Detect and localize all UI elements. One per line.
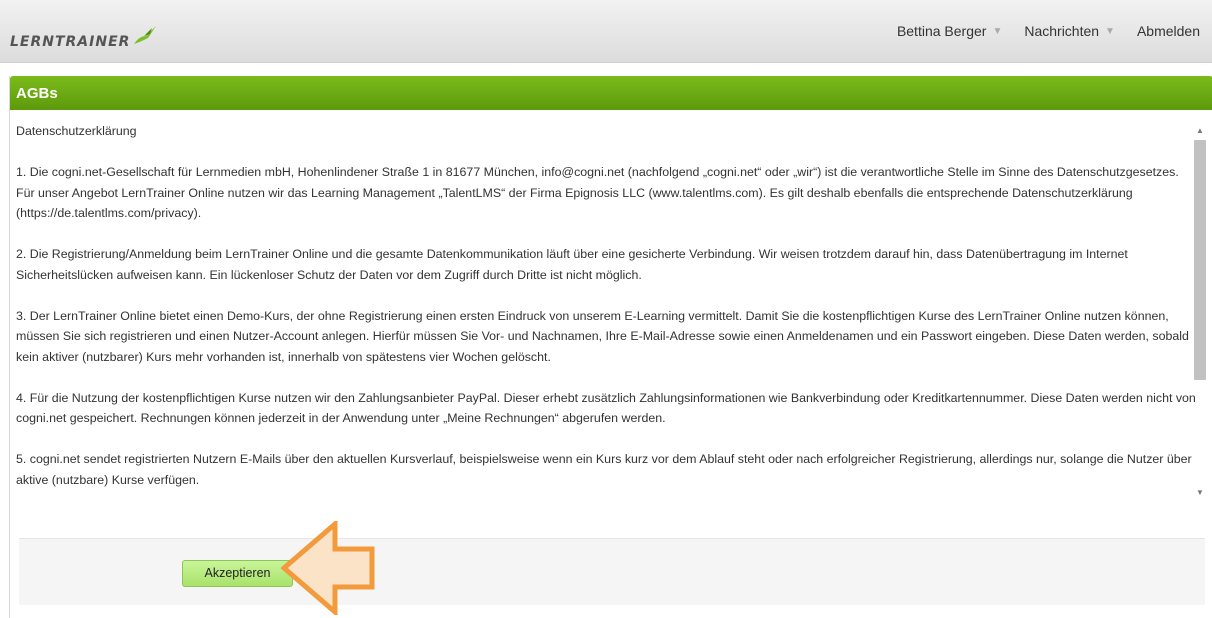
left-arrow-hint-icon [281, 521, 375, 615]
terms-paragraph: 2. Die Registrierung/Anmeldung beim Lern… [16, 247, 1128, 282]
caret-down-icon: ▼ [1105, 25, 1115, 37]
terms-paragraph: 1. Die cogni.net-Gesellschaft für Lernme… [16, 165, 1179, 220]
terms-paragraph: 3. Der LernTrainer Online bietet einen D… [16, 308, 1189, 364]
scroll-up-icon[interactable]: ▲ [1193, 124, 1207, 138]
top-navbar: LERNTRAINER Bettina Berger ▼ Nachrichten… [0, 0, 1212, 63]
scrollbar-thumb[interactable] [1194, 140, 1206, 380]
messages-menu[interactable]: Nachrichten ▼ [1013, 23, 1126, 39]
logout-link[interactable]: Abmelden [1126, 23, 1212, 39]
logo-text: LERNTRAINER [10, 34, 131, 50]
user-name: Bettina Berger [896, 23, 987, 39]
caret-down-icon: ▼ [992, 25, 1003, 37]
panel-body: Datenschutzerklärung 1. Die cogni.net-Ge… [10, 110, 1212, 618]
terms-paragraph: 4. Für die Nutzung der kostenpflichtigen… [16, 390, 1196, 426]
panel-footer: Akzeptieren [19, 538, 1205, 605]
messages-label: Nachrichten [1024, 23, 1100, 39]
hummingbird-logo-icon [134, 26, 157, 44]
logo[interactable]: LERNTRAINER [10, 22, 158, 52]
scroll-down-icon[interactable]: ▼ [1193, 486, 1207, 500]
accept-button[interactable]: Akzeptieren [182, 560, 293, 587]
user-menu[interactable]: Bettina Berger ▼ [886, 23, 1013, 39]
terms-text-area[interactable]: Datenschutzerklärung 1. Die cogni.net-Ge… [10, 110, 1202, 494]
terms-paragraph: 5. cogni.net sendet registrierten Nutzer… [16, 452, 1192, 487]
panel-title: AGBs [10, 76, 1212, 110]
agb-panel: AGBs Datenschutzerklärung 1. Die cogni.n… [9, 76, 1212, 618]
terms-heading: Datenschutzerklärung [16, 124, 137, 138]
scrollbar[interactable]: ▲ ▼ [1193, 120, 1207, 497]
logout-label: Abmelden [1136, 23, 1200, 39]
user-nav: Bettina Berger ▼ Nachrichten ▼ Abmelden [886, 0, 1212, 62]
